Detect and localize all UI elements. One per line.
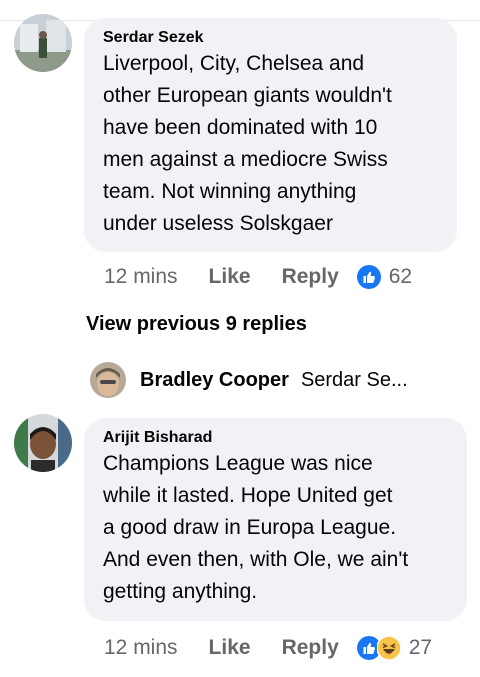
reaction-count: 27 [408, 636, 433, 659]
avatar-photo-icon [14, 414, 72, 472]
like-button[interactable]: Like [209, 265, 251, 289]
avatar [90, 362, 126, 398]
reply-button[interactable]: Reply [282, 265, 339, 289]
comment-actions: 12 mins Like Reply 62 [104, 261, 412, 293]
comment-text: Liverpool, City, Chelsea and other Europ… [103, 52, 392, 235]
like-button[interactable]: Like [209, 636, 251, 660]
comment-bubble: Serdar Sezek Liverpool, City, Chelsea an… [84, 18, 457, 252]
comment-actions: 12 mins Like Reply 27 [104, 632, 432, 664]
avatar-photo-icon [90, 362, 126, 398]
reply-button[interactable]: Reply [282, 636, 339, 660]
comment-bubble: Arijit Bisharad Champions League was nic… [84, 418, 467, 621]
avatar-photo-icon [14, 14, 72, 72]
comment-text: Champions League was nice while it laste… [103, 452, 409, 603]
reactions-summary[interactable]: 62 [356, 265, 413, 289]
reply-snippet: Serdar Se... [300, 368, 408, 391]
reactions-summary[interactable]: 27 [356, 636, 433, 660]
reply-preview[interactable]: Bradley Cooper Serdar Se... [90, 360, 408, 400]
reply-author[interactable]: Bradley Cooper [140, 369, 289, 392]
avatar[interactable] [14, 14, 72, 72]
comment-author[interactable]: Serdar Sezek [103, 28, 439, 48]
haha-reaction-icon [376, 636, 401, 660]
avatar[interactable] [14, 414, 72, 472]
comment-timestamp: 12 mins [104, 636, 178, 659]
reaction-count: 62 [388, 265, 413, 288]
comment-author[interactable]: Arijit Bisharad [103, 428, 449, 448]
view-previous-replies-link[interactable]: View previous 9 replies [86, 313, 307, 336]
like-reaction-icon [356, 265, 381, 289]
comment-timestamp: 12 mins [104, 265, 178, 288]
